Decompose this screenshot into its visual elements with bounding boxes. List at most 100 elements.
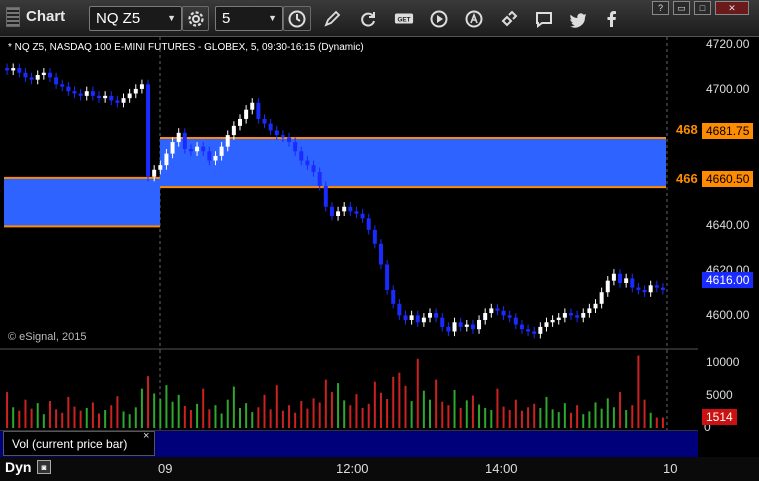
minimize-button[interactable]: ▭: [673, 1, 690, 15]
candle-body: [342, 206, 347, 212]
symbol-selector[interactable]: NQ Z5 ▼: [89, 6, 182, 31]
candle-body: [336, 211, 341, 216]
level-high-tag: 4681.75: [702, 123, 754, 139]
help-button[interactable]: ?: [652, 1, 669, 15]
link-button[interactable]: [495, 5, 523, 32]
pencil-icon: [324, 10, 341, 27]
candle-body: [317, 172, 322, 186]
dynamic-mode-label[interactable]: Dyn: [5, 459, 31, 475]
candle-body: [115, 100, 120, 103]
interval-value: 5: [222, 10, 231, 27]
maximize-button[interactable]: □: [694, 1, 711, 15]
candle-body: [311, 165, 316, 173]
candle-body: [495, 308, 500, 311]
candle-body: [605, 280, 610, 293]
candle-body: [360, 213, 365, 219]
candle-body: [593, 303, 598, 309]
candle-body: [274, 130, 279, 136]
candle-body: [103, 95, 108, 99]
candle-body: [385, 264, 390, 290]
price-label: 4600.00: [706, 308, 750, 322]
candle-body: [483, 313, 488, 320]
candle-body: [152, 169, 157, 177]
previous-zone: [4, 177, 160, 227]
facebook-button[interactable]: [598, 5, 626, 32]
candle-body: [452, 322, 457, 332]
candle-body: [354, 211, 359, 214]
candle-body: [568, 313, 573, 316]
candle-body: [348, 206, 353, 212]
candle-body: [237, 118, 242, 126]
candle-body: [250, 102, 255, 110]
candle-body: [660, 287, 665, 290]
candle-body: [41, 72, 46, 76]
refresh-button[interactable]: [354, 5, 382, 32]
candle-body: [72, 91, 77, 94]
time-label: 14:00: [485, 461, 518, 476]
clock-icon: [288, 10, 306, 27]
facebook-icon: [607, 10, 616, 27]
last-price-tag: 4616.00: [702, 272, 754, 288]
candle-body: [415, 315, 420, 323]
candle-body: [66, 86, 71, 92]
candle-body: [262, 118, 267, 124]
interval-selector[interactable]: 5 ▼: [215, 6, 283, 31]
candle-body: [213, 155, 218, 161]
chat-icon: [536, 11, 552, 28]
price-label: 4640.00: [706, 218, 750, 232]
time-label: 12:00: [336, 461, 369, 476]
candle-body: [654, 285, 659, 288]
candle-body: [477, 319, 482, 330]
chat-button[interactable]: [530, 5, 558, 32]
chevron-down-icon[interactable]: ▼: [167, 13, 176, 23]
candle-body: [532, 331, 537, 334]
candle-body: [78, 93, 83, 96]
candle-body: [378, 243, 383, 265]
candle-body: [164, 153, 169, 166]
refresh-icon: [361, 11, 375, 27]
candle-body: [244, 109, 249, 119]
candle-body: [182, 132, 187, 149]
volume-study-title[interactable]: Vol (current price bar): [3, 431, 155, 456]
get-button[interactable]: GET: [390, 5, 418, 32]
candle-body: [231, 125, 236, 136]
candle-body: [526, 329, 531, 332]
close-icon[interactable]: ×: [143, 430, 149, 442]
candle-body: [188, 148, 193, 152]
twitter-button[interactable]: [564, 5, 592, 32]
get-label: GET: [397, 16, 410, 23]
alert-button[interactable]: [460, 5, 488, 32]
volume-chart[interactable]: [0, 350, 698, 430]
lock-icon[interactable]: ◙: [37, 460, 51, 474]
price-chart[interactable]: [0, 37, 698, 350]
drag-grip-icon[interactable]: [6, 7, 20, 27]
level-low-tag: 4660.50: [702, 171, 754, 187]
candle-body: [501, 310, 506, 316]
candle-body: [421, 317, 426, 323]
settings-button[interactable]: [182, 6, 209, 31]
chevron-down-icon[interactable]: ▼: [268, 13, 277, 23]
clock-button[interactable]: [283, 6, 311, 31]
candle-body: [17, 68, 22, 73]
candle-body: [60, 84, 65, 87]
candle-body: [550, 319, 555, 323]
candle-body: [409, 315, 414, 320]
candle-body: [366, 218, 371, 230]
draw-button[interactable]: [318, 5, 346, 32]
time-label: 10: [663, 461, 678, 476]
candle-body: [489, 308, 494, 314]
candle-body: [121, 98, 126, 103]
candle-body: [470, 324, 475, 330]
candle-body: [618, 273, 623, 283]
candle-body: [562, 313, 567, 318]
time-axis[interactable]: [0, 457, 759, 481]
candle-body: [29, 77, 34, 80]
candle-body: [440, 317, 445, 327]
play-button[interactable]: [425, 5, 453, 32]
close-button[interactable]: ✕: [715, 1, 749, 15]
settings-icon: [187, 10, 204, 27]
time-label: 09: [158, 461, 173, 476]
candle-body: [519, 324, 524, 330]
candle-body: [513, 317, 518, 325]
candle-body: [109, 95, 114, 101]
